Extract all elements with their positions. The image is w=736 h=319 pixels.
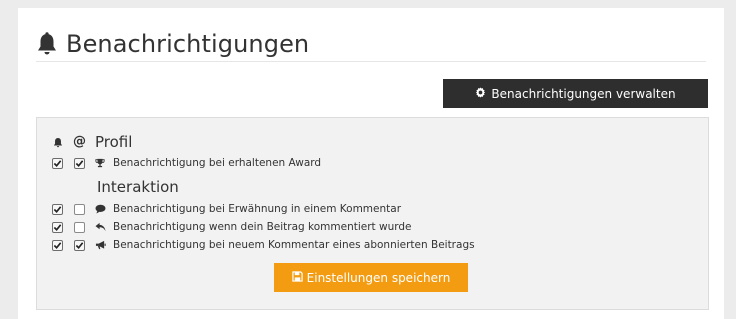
mention-checkbox-award[interactable] bbox=[74, 157, 85, 169]
notify-column-bell-icon bbox=[53, 137, 63, 152]
reply-icon bbox=[94, 221, 106, 233]
notify-checkbox-subscribed-post[interactable] bbox=[52, 239, 63, 251]
manage-notifications-button[interactable]: Benachrichtigungen verwalten bbox=[443, 79, 708, 108]
setting-row-post-commented: Benachrichtigung wenn dein Beitrag komme… bbox=[52, 219, 412, 235]
mention-checkbox-subscribed-post[interactable] bbox=[74, 239, 85, 251]
page-title: Benachrichtigungen bbox=[36, 30, 309, 58]
setting-label-mention: Benachrichtigung bei Erwähnung in einem … bbox=[113, 203, 402, 215]
notification-settings-panel: @ Profil Benachrichtigung bei erhaltenen… bbox=[36, 117, 709, 310]
bell-icon bbox=[36, 32, 58, 56]
comment-icon bbox=[94, 203, 106, 215]
mention-checkbox-post-commented[interactable] bbox=[74, 221, 85, 233]
mention-column-header: @ bbox=[73, 134, 86, 149]
manage-notifications-label: Benachrichtigungen verwalten bbox=[491, 86, 676, 101]
notify-checkbox-post-commented[interactable] bbox=[52, 221, 63, 233]
setting-row-subscribed-post: Benachrichtigung bei neuem Kommentar ein… bbox=[52, 237, 475, 253]
setting-label-subscribed-post: Benachrichtigung bei neuem Kommentar ein… bbox=[113, 239, 475, 251]
section-title-profil: Profil bbox=[95, 133, 133, 151]
setting-row-mention: Benachrichtigung bei Erwähnung in einem … bbox=[52, 201, 401, 217]
section-title-interaktion: Interaktion bbox=[97, 178, 179, 196]
title-divider bbox=[36, 61, 706, 62]
setting-label-post-commented: Benachrichtigung wenn dein Beitrag komme… bbox=[113, 221, 412, 233]
notify-checkbox-award[interactable] bbox=[52, 157, 63, 169]
save-settings-button[interactable]: Einstellungen speichern bbox=[274, 263, 468, 292]
notify-checkbox-mention[interactable] bbox=[52, 203, 63, 215]
setting-row-award: Benachrichtigung bei erhaltenen Award bbox=[52, 155, 321, 171]
bullhorn-icon bbox=[94, 239, 106, 251]
floppy-disk-icon bbox=[291, 270, 303, 285]
notifications-card: Benachrichtigungen Benachrichtigungen ve… bbox=[18, 8, 724, 319]
setting-label-award: Benachrichtigung bei erhaltenen Award bbox=[113, 157, 322, 169]
page-title-text: Benachrichtigungen bbox=[66, 30, 310, 58]
gear-icon bbox=[475, 86, 486, 101]
trophy-icon bbox=[94, 157, 106, 169]
mention-checkbox-mention[interactable] bbox=[74, 203, 85, 215]
save-settings-label: Einstellungen speichern bbox=[306, 270, 451, 285]
